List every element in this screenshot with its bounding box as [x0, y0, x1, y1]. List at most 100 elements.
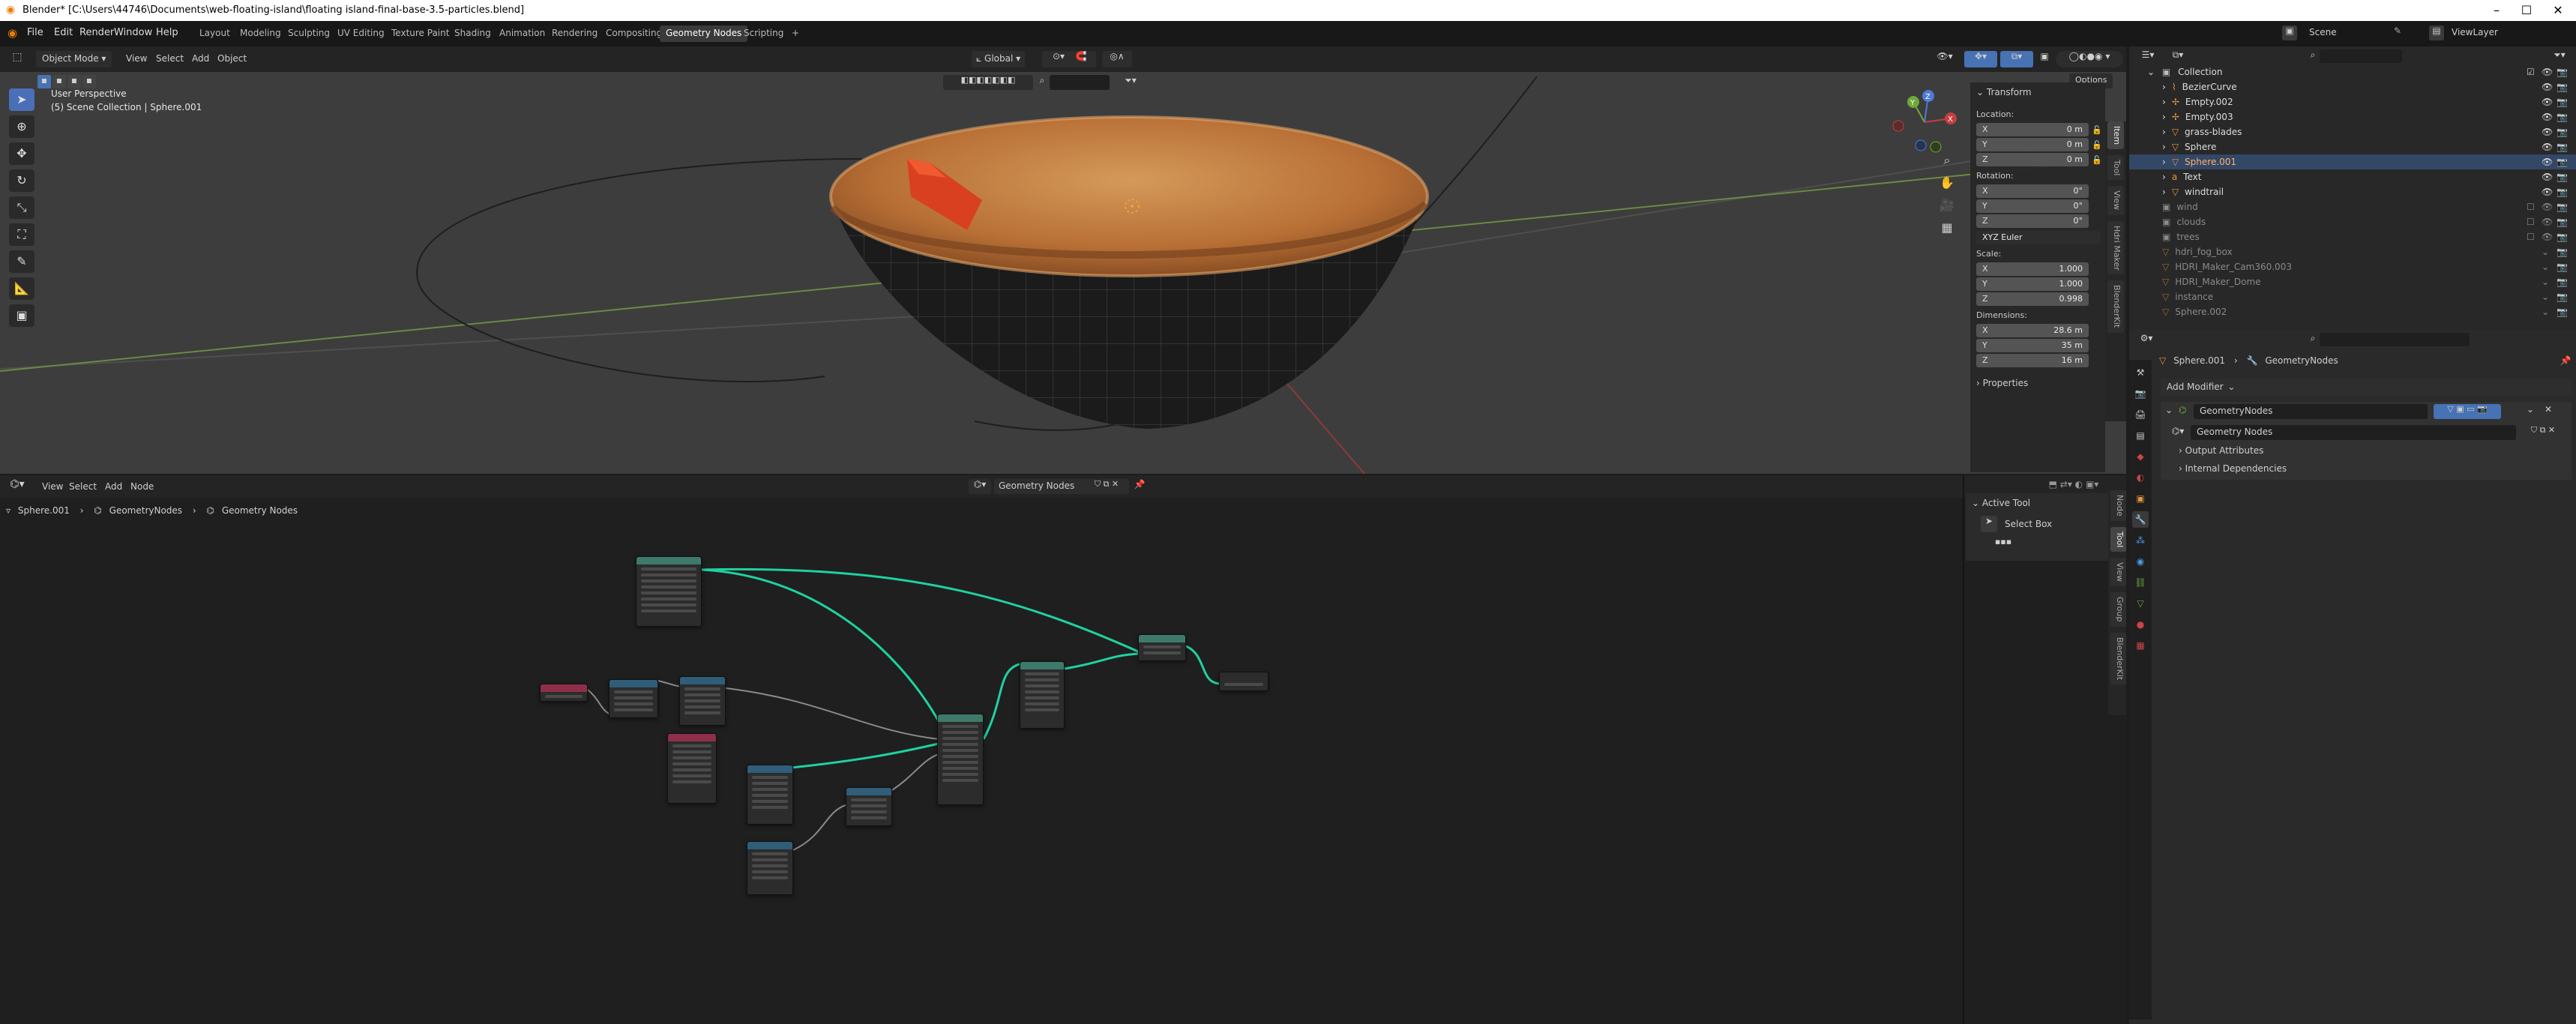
lock-icon[interactable]: 🔓	[2092, 123, 2102, 138]
viewport-menu-object[interactable]: Object	[217, 53, 247, 64]
map-range-node[interactable]	[679, 676, 726, 726]
modifier-visibility-icons[interactable]: ▽ ▣ ▭ 📷	[2434, 404, 2501, 419]
viewport-menu-add[interactable]: Add	[192, 53, 209, 64]
rotation-mode-dropdown[interactable]: XYZ Euler	[1976, 231, 2101, 244]
world-tab-icon[interactable]: ◐	[2132, 469, 2149, 486]
scene-tab-icon[interactable]: ◆	[2132, 448, 2149, 465]
xray-icon[interactable]: ▣	[2036, 51, 2053, 67]
output-attributes-section[interactable]: › Output Attributes	[2179, 445, 2263, 456]
random-value-node[interactable]	[747, 765, 793, 825]
view-layer-name[interactable]: ViewLayer	[2452, 27, 2498, 37]
cursor-tool-icon[interactable]: ⊕	[9, 115, 34, 138]
camera-icon[interactable]: 📷	[2557, 229, 2568, 244]
particles-tab-icon[interactable]: ⁂	[2132, 532, 2149, 549]
measure-tool-icon[interactable]: 📐	[9, 277, 34, 300]
tab-tool[interactable]: Tool	[2110, 526, 2126, 552]
outliner-item[interactable]: › ▽ windtrail 👁 📷	[2129, 184, 2576, 199]
close-icon[interactable]: ✕	[2542, 404, 2555, 419]
camera-icon[interactable]: 📷	[2557, 199, 2568, 214]
scale-x-field[interactable]: X 1.000	[1976, 262, 2089, 276]
rotation-x-field[interactable]: X 0°	[1976, 184, 2089, 198]
tab-compositing[interactable]: Compositing	[600, 25, 668, 42]
camera-icon[interactable]: 📷	[2557, 304, 2568, 319]
tab-node[interactable]: Node	[2110, 490, 2126, 521]
location-z-field[interactable]: Z 0 m	[1976, 153, 2089, 166]
collection-row[interactable]: ⌄ ▣ Collection ☑ 👁 📷	[2129, 64, 2576, 79]
search-icon[interactable]: ⌕	[1035, 75, 1050, 90]
editor-type-icon[interactable]: ⬚	[7, 51, 27, 67]
eye-icon[interactable]: 👁	[2542, 64, 2553, 79]
group-output-node[interactable]	[1219, 672, 1269, 691]
outliner-item[interactable]: ▽ hdri_fog_box ⌄ 📷	[2129, 244, 2576, 259]
location-y-field[interactable]: Y 0 m	[1976, 138, 2089, 151]
tab-view[interactable]: View	[2110, 558, 2126, 587]
camera-icon[interactable]: 📷	[2557, 79, 2568, 94]
node-group-field[interactable]: Geometry Nodes	[2191, 425, 2516, 440]
tab-geometry-nodes[interactable]: Geometry Nodes	[660, 25, 748, 42]
eye-icon[interactable]: 👁	[2542, 229, 2553, 244]
tab-blenderkit[interactable]: BlenderKit	[2110, 632, 2126, 684]
tool-tab-icon[interactable]: ⚒	[2132, 364, 2149, 381]
physics-tab-icon[interactable]: ◉	[2132, 553, 2149, 570]
shading-modes-icon[interactable]: ◯◐●◉ ▾	[2056, 51, 2123, 67]
tab-modeling[interactable]: Modeling	[234, 25, 287, 42]
tab-sculpting[interactable]: Sculpting	[282, 25, 336, 42]
chevron-down-icon[interactable]: ⌄	[2524, 404, 2537, 419]
outliner-collection[interactable]: ▣ wind ☐ 👁 📷	[2129, 199, 2576, 214]
combine-xyz-node[interactable]	[846, 787, 892, 826]
scene-icon[interactable]: ▣	[2282, 25, 2297, 40]
internal-dependencies-section[interactable]: › Internal Dependencies	[2179, 463, 2287, 474]
node-tree-icon[interactable]: ⌬▾	[2168, 426, 2188, 439]
properties-section[interactable]: › Properties	[1976, 378, 2028, 388]
menu-render[interactable]: Render	[79, 27, 114, 38]
outliner-editor-icon[interactable]: ☰▾	[2140, 49, 2156, 63]
instance-on-points-node[interactable]	[937, 714, 984, 805]
tab-animation[interactable]: Animation	[493, 25, 551, 42]
output-tab-icon[interactable]: 🖨	[2132, 406, 2149, 423]
select-invert-icon[interactable]: ▪	[82, 75, 96, 88]
pin-icon[interactable]: 📌	[2560, 355, 2572, 366]
camera-icon[interactable]: 📷	[2557, 124, 2568, 139]
pin-icon[interactable]: ✎	[2390, 25, 2405, 40]
view-layer-icon[interactable]: ▤	[2429, 25, 2444, 40]
select-subtract-icon[interactable]: ▪	[67, 75, 81, 88]
proportional-edit-icon[interactable]: ◎∧	[1102, 51, 1132, 67]
menu-help[interactable]: Help	[156, 27, 178, 38]
transform-orientation-dropdown[interactable]: ⟀ Global ▾	[972, 51, 1026, 67]
outliner-item[interactable]: ▽ instance ⌄ 📷	[2129, 289, 2576, 304]
select-tool-icon[interactable]: ➤	[9, 88, 34, 111]
camera-icon[interactable]: 📷	[2557, 139, 2568, 154]
scale-z-field[interactable]: Z 0.998	[1976, 292, 2089, 306]
grid-view-icon[interactable]: ▦	[1937, 220, 1957, 240]
tab-view[interactable]: View	[2107, 186, 2124, 215]
transform-header[interactable]: ⌄ Transform	[1976, 87, 2032, 97]
view-layer-tab-icon[interactable]: ▤	[2132, 427, 2149, 444]
move-tool-icon[interactable]: ✥	[9, 142, 34, 165]
scale-tool-icon[interactable]: ⤡	[9, 196, 34, 219]
outliner-item[interactable]: › a Text 👁 📷	[2129, 169, 2576, 184]
tab-blenderkit[interactable]: BlenderKit	[2107, 280, 2124, 333]
search-icon[interactable]: ⌕	[2306, 333, 2320, 346]
properties-editor-icon[interactable]: ⚙▾	[2137, 333, 2156, 346]
camera-icon[interactable]: 📷	[2557, 169, 2568, 184]
eye-icon[interactable]: ⌄	[2542, 244, 2549, 259]
properties-search-field[interactable]	[2320, 333, 2470, 346]
tab-texture-paint[interactable]: Texture Paint	[385, 25, 455, 42]
outliner-item[interactable]: ▽ Sphere.002 ⌄ 📷	[2129, 304, 2576, 319]
outliner-item[interactable]: › ✢ Empty.002 👁 📷	[2129, 94, 2576, 109]
dimensions-z-field[interactable]: Z 16 m	[1976, 354, 2089, 367]
menu-window[interactable]: Window	[114, 27, 152, 38]
data-tab-icon[interactable]: ▽	[2132, 595, 2149, 612]
rotation-z-field[interactable]: Z 0°	[1976, 214, 2089, 228]
scale-y-field[interactable]: Y 1.000	[1976, 277, 2089, 291]
add-cube-tool-icon[interactable]: ▣	[9, 304, 34, 327]
rotation-y-field[interactable]: Y 0°	[1976, 199, 2089, 213]
object-mode-dropdown[interactable]: Object Mode ▾	[36, 51, 112, 67]
outliner-item[interactable]: › ⌇ BezierCurve 👁 📷	[2129, 79, 2576, 94]
eye-icon[interactable]: 👁	[2542, 124, 2553, 139]
group-input-node[interactable]	[636, 556, 702, 627]
transform-tool-icon[interactable]: ⛶	[9, 223, 34, 246]
viewport-menu-select[interactable]: Select	[156, 53, 184, 64]
snap-icon[interactable]: 🧲	[1066, 51, 1096, 67]
constraints-tab-icon[interactable]: ⛓	[2132, 574, 2149, 591]
